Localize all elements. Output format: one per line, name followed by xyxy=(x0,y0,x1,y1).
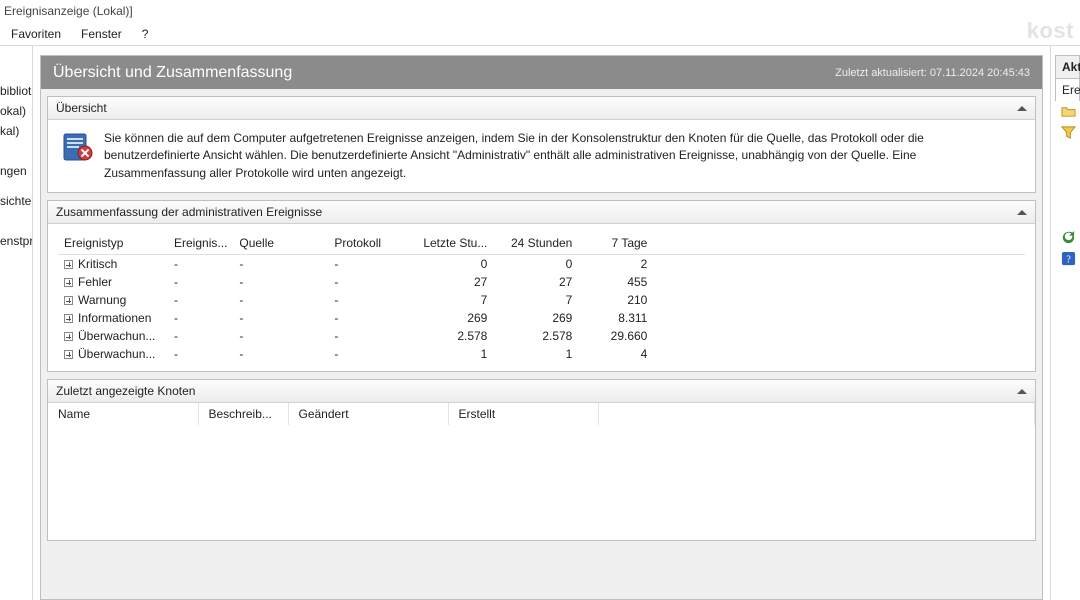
summary-title: Zusammenfassung der administrativen Erei… xyxy=(56,205,322,219)
menu-favorites[interactable]: Favoriten xyxy=(2,24,70,44)
action-item[interactable]: O xyxy=(1055,101,1080,122)
summary-table: Ereignistyp Ereignis... Quelle Protokoll… xyxy=(58,232,1025,363)
col-modified[interactable]: Geändert xyxy=(288,403,448,425)
recent-panel: Zuletzt angezeigte Knoten Name Beschreib… xyxy=(47,379,1036,541)
menu-help[interactable]: ? xyxy=(133,24,158,44)
table-row[interactable]: Informationen---2692698.311 xyxy=(58,309,1025,327)
content-timestamp: Zuletzt aktualisiert: 07.11.2024 20:45:4… xyxy=(835,67,1030,79)
tree-item[interactable]: sichten xyxy=(0,191,32,211)
tree-item[interactable]: kal) xyxy=(0,121,32,141)
expand-icon[interactable] xyxy=(64,296,73,305)
menu-bar: Favoriten Fenster ? xyxy=(0,22,1080,46)
overview-title: Übersicht xyxy=(56,101,107,115)
summary-panel: Zusammenfassung der administrativen Erei… xyxy=(47,200,1036,372)
action-item[interactable]: A xyxy=(1055,185,1080,206)
recent-table: Name Beschreib... Geändert Erstellt xyxy=(48,403,1035,425)
expand-icon[interactable] xyxy=(64,260,73,269)
col-day[interactable]: 24 Stunden xyxy=(493,232,578,255)
event-log-icon xyxy=(62,130,94,162)
window-title: Ereignisanzeige (Lokal)] xyxy=(0,0,1080,22)
action-item[interactable]: ? H xyxy=(1055,248,1080,269)
col-week[interactable]: 7 Tage xyxy=(578,232,653,255)
overview-panel: Übersicht Sie können die auf dem Compute… xyxy=(47,96,1036,193)
actions-pane: Aktio Ereign O B E V A N A xyxy=(1050,46,1080,600)
blank-icon xyxy=(1061,188,1076,203)
action-item[interactable]: B xyxy=(1055,122,1080,143)
action-item[interactable]: A xyxy=(1055,227,1080,248)
content-header: Übersicht und Zusammenfassung Zuletzt ak… xyxy=(41,56,1042,89)
tree-item[interactable]: enstprot xyxy=(0,231,32,251)
col-source[interactable]: Quelle xyxy=(233,232,328,255)
table-row[interactable]: Kritisch---002 xyxy=(58,255,1025,274)
table-row[interactable]: Überwachun...---2.5782.57829.660 xyxy=(58,327,1025,345)
table-row[interactable]: Warnung---77210 xyxy=(58,291,1025,309)
expand-icon[interactable] xyxy=(64,314,73,323)
col-hour[interactable]: Letzte Stu... xyxy=(408,232,493,255)
expand-icon[interactable] xyxy=(64,278,73,287)
folder-open-icon xyxy=(1061,104,1076,119)
collapse-icon[interactable] xyxy=(1017,389,1027,394)
collapse-icon[interactable] xyxy=(1017,106,1027,111)
table-row[interactable]: Fehler---2727455 xyxy=(58,273,1025,291)
tree-item[interactable]: bibliothek xyxy=(0,81,32,101)
table-header-row: Name Beschreib... Geändert Erstellt xyxy=(48,403,1035,425)
expand-icon[interactable] xyxy=(64,350,73,359)
action-item[interactable]: N xyxy=(1055,206,1080,227)
help-icon: ? xyxy=(1061,251,1076,266)
recent-empty-body xyxy=(48,425,1035,540)
blank-icon xyxy=(1061,209,1076,224)
recent-title: Zuletzt angezeigte Knoten xyxy=(56,384,195,398)
expand-icon[interactable] xyxy=(64,332,73,341)
svg-text:?: ? xyxy=(1066,254,1071,265)
col-created[interactable]: Erstellt xyxy=(448,403,598,425)
actions-subheader: Ereign xyxy=(1055,79,1080,101)
content-title: Übersicht und Zusammenfassung xyxy=(53,64,292,82)
col-id[interactable]: Ereignis... xyxy=(168,232,233,255)
action-item[interactable]: V xyxy=(1055,164,1080,185)
col-type[interactable]: Ereignistyp xyxy=(58,232,168,255)
table-header-row: Ereignistyp Ereignis... Quelle Protokoll… xyxy=(58,232,1025,255)
tree-panel: bibliothek okal) kal) ngen sichten enstp… xyxy=(0,46,33,600)
overview-text: Sie können die auf dem Computer aufgetre… xyxy=(104,130,1021,182)
filter-icon xyxy=(1061,125,1076,140)
col-desc[interactable]: Beschreib... xyxy=(198,403,288,425)
blank-icon xyxy=(1061,167,1076,182)
col-log[interactable]: Protokoll xyxy=(328,232,408,255)
col-name[interactable]: Name xyxy=(48,403,198,425)
menu-window[interactable]: Fenster xyxy=(72,24,131,44)
tree-item[interactable]: ngen xyxy=(0,161,32,181)
blank-icon xyxy=(1061,146,1076,161)
tree-item[interactable]: okal) xyxy=(0,101,32,121)
collapse-icon[interactable] xyxy=(1017,210,1027,215)
action-item[interactable]: E xyxy=(1055,143,1080,164)
actions-header: Aktio xyxy=(1055,55,1080,79)
refresh-icon xyxy=(1061,230,1076,245)
table-row[interactable]: Überwachun...---114 xyxy=(58,345,1025,363)
